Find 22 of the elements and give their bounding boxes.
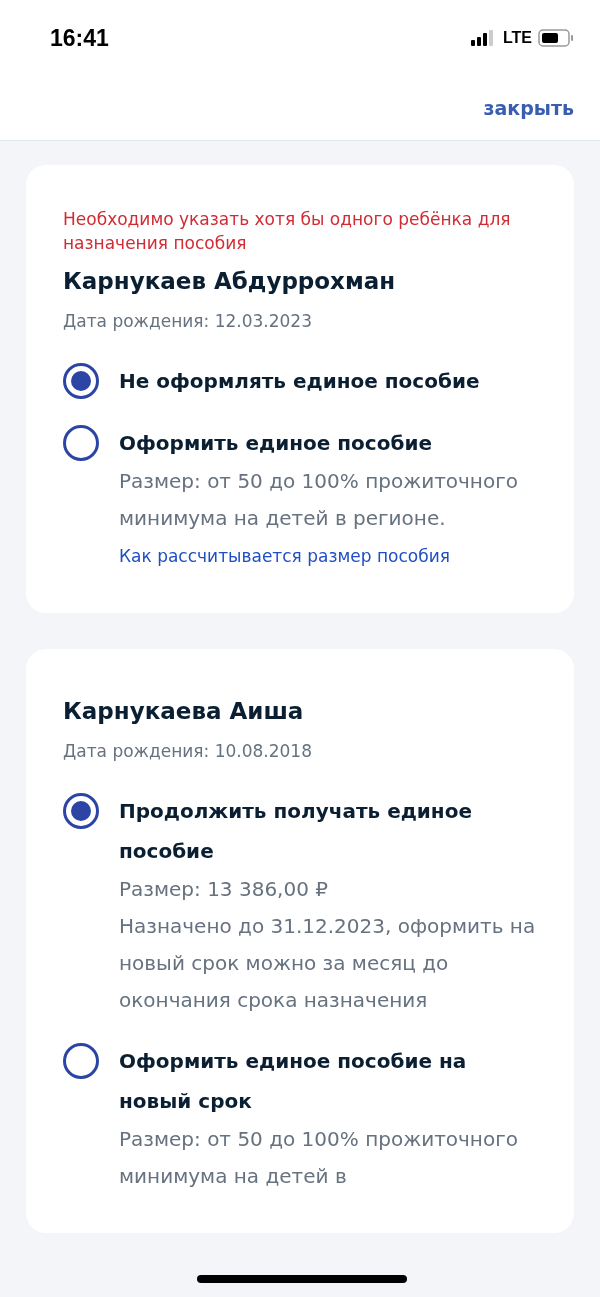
child-name: Карнукаева Аиша — [63, 697, 305, 726]
child-name: Карнукаев Абдуррохман — [63, 267, 397, 296]
network-label: LTE — [502, 29, 532, 47]
option-title[interactable]: Оформить единое пособие на новый срок — [119, 1041, 537, 1121]
option-title[interactable]: Оформить единое пособие — [119, 423, 537, 463]
option-detail: Размер: 13 386,00 ₽ — [119, 876, 329, 903]
radio-button[interactable] — [63, 793, 99, 829]
info-link[interactable]: Как рассчитывается размер пособия — [119, 546, 450, 566]
option-description: Размер: от 50 до 100% прожиточного минимума на детей в — [119, 1126, 519, 1190]
option-description: Размер: от 50 до 100% прожиточного минимума на детей в регионе. Как рассчитывается размер пособия — [119, 468, 519, 568]
option-detail: Назначено до 31.12.2023, оформить на новый срок можно за месяц до окончания срока назначения — [119, 913, 537, 1014]
radio-button[interactable] — [63, 363, 99, 399]
birth-date: Дата рождения: 10.08.2018 — [63, 741, 313, 761]
birth-date: Дата рождения: 12.03.2023 — [63, 311, 313, 331]
option-title[interactable]: Продолжить получать единое пособие — [119, 791, 537, 871]
close-link[interactable]: закрыть — [483, 97, 574, 119]
status-time: 16:41 — [50, 24, 109, 52]
option-title[interactable]: Не оформлять единое пособие — [119, 361, 537, 401]
radio-button[interactable] — [63, 425, 99, 461]
error-message: Необходимо указать хотя бы одного ребёнка для назначения пособия — [63, 208, 512, 255]
radio-button[interactable] — [63, 1043, 99, 1079]
battery-icon — [538, 29, 574, 47]
